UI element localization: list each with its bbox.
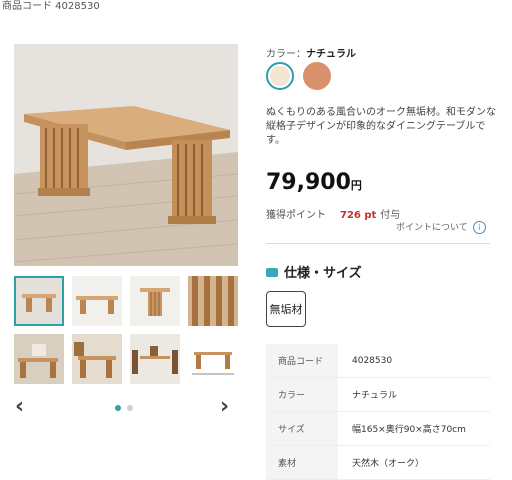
points-about-link[interactable]: ポイントについて i bbox=[396, 220, 486, 234]
thumbnail-5[interactable] bbox=[14, 334, 64, 384]
spec-value: 幅165×奥行90×高さ70cm bbox=[352, 425, 466, 435]
thumbnail-room-scene-2 bbox=[72, 334, 122, 384]
spec-section-title: 仕様・サイズ bbox=[266, 262, 362, 281]
spec-row-color: カラー ナチュラル bbox=[266, 378, 490, 412]
dining-table-photo bbox=[14, 44, 238, 266]
color-label-row: カラー：ナチュラル bbox=[266, 45, 356, 60]
price-amount: 79,900 bbox=[266, 170, 351, 195]
spec-value: 4028530 bbox=[352, 355, 393, 366]
thumbnail-table-photo bbox=[14, 276, 64, 326]
product-code-header: 商品コード 4028530 bbox=[2, 1, 100, 12]
page-dot-2[interactable] bbox=[127, 405, 133, 411]
thumbnail-2[interactable] bbox=[72, 276, 122, 326]
color-swatch-natural[interactable] bbox=[266, 62, 294, 90]
spec-key: 商品コード bbox=[266, 344, 338, 377]
points-row: 獲得ポイント 726 pt 付与 bbox=[266, 206, 400, 221]
thumbnail-size-diagram bbox=[188, 334, 238, 384]
color-swatch-brown[interactable] bbox=[303, 62, 331, 90]
main-product-image[interactable] bbox=[14, 44, 238, 266]
color-selected-name: ナチュラル bbox=[306, 49, 356, 60]
spec-key: サイズ bbox=[266, 412, 338, 445]
solid-wood-badge: 無垢材 bbox=[266, 291, 306, 327]
color-label: カラー： bbox=[266, 49, 306, 60]
spec-icon bbox=[266, 268, 278, 277]
spec-row-code: 商品コード 4028530 bbox=[266, 344, 490, 378]
section-divider bbox=[266, 243, 490, 244]
thumbnail-leg-detail bbox=[188, 276, 238, 326]
thumbnail-with-chairs bbox=[130, 334, 180, 384]
spec-title-text: 仕様・サイズ bbox=[284, 266, 362, 281]
spec-row-size: サイズ 幅165×奥行90×高さ70cm bbox=[266, 412, 490, 446]
points-label: 獲得ポイント bbox=[266, 210, 326, 221]
spec-value: ナチュラル bbox=[352, 391, 398, 401]
price: 79,900円 bbox=[266, 170, 362, 195]
spec-key: 素材 bbox=[266, 446, 338, 479]
spec-key: カラー bbox=[266, 378, 338, 411]
spec-table: 商品コード 4028530 カラー ナチュラル サイズ 幅165×奥行90×高さ… bbox=[266, 344, 490, 480]
thumbnail-room-scene bbox=[14, 334, 64, 384]
thumbnail-8[interactable] bbox=[188, 334, 238, 384]
points-value: 726 pt bbox=[340, 210, 377, 221]
info-icon: i bbox=[472, 221, 486, 234]
price-unit: 円 bbox=[350, 179, 362, 192]
points-about-label: ポイントについて bbox=[396, 223, 468, 233]
thumbnail-table-front bbox=[130, 276, 180, 326]
thumbnail-3[interactable] bbox=[130, 276, 180, 326]
page-dot-1[interactable] bbox=[115, 405, 121, 411]
thumbnail-6[interactable] bbox=[72, 334, 122, 384]
chevron-right-icon[interactable]: › bbox=[220, 394, 229, 419]
chevron-left-icon[interactable]: ‹ bbox=[15, 394, 24, 419]
thumbnail-table-side bbox=[72, 276, 122, 326]
spec-value: 天然木（オーク） bbox=[352, 459, 425, 469]
thumbnail-4[interactable] bbox=[188, 276, 238, 326]
thumbnail-1[interactable] bbox=[14, 276, 64, 326]
product-description: ぬくもりのある風合いのオーク無垢材。和モダンな縦格子デザインが印象的なダイニング… bbox=[266, 107, 496, 146]
spec-row-material: 素材 天然木（オーク） bbox=[266, 446, 490, 480]
thumbnail-7[interactable] bbox=[130, 334, 180, 384]
